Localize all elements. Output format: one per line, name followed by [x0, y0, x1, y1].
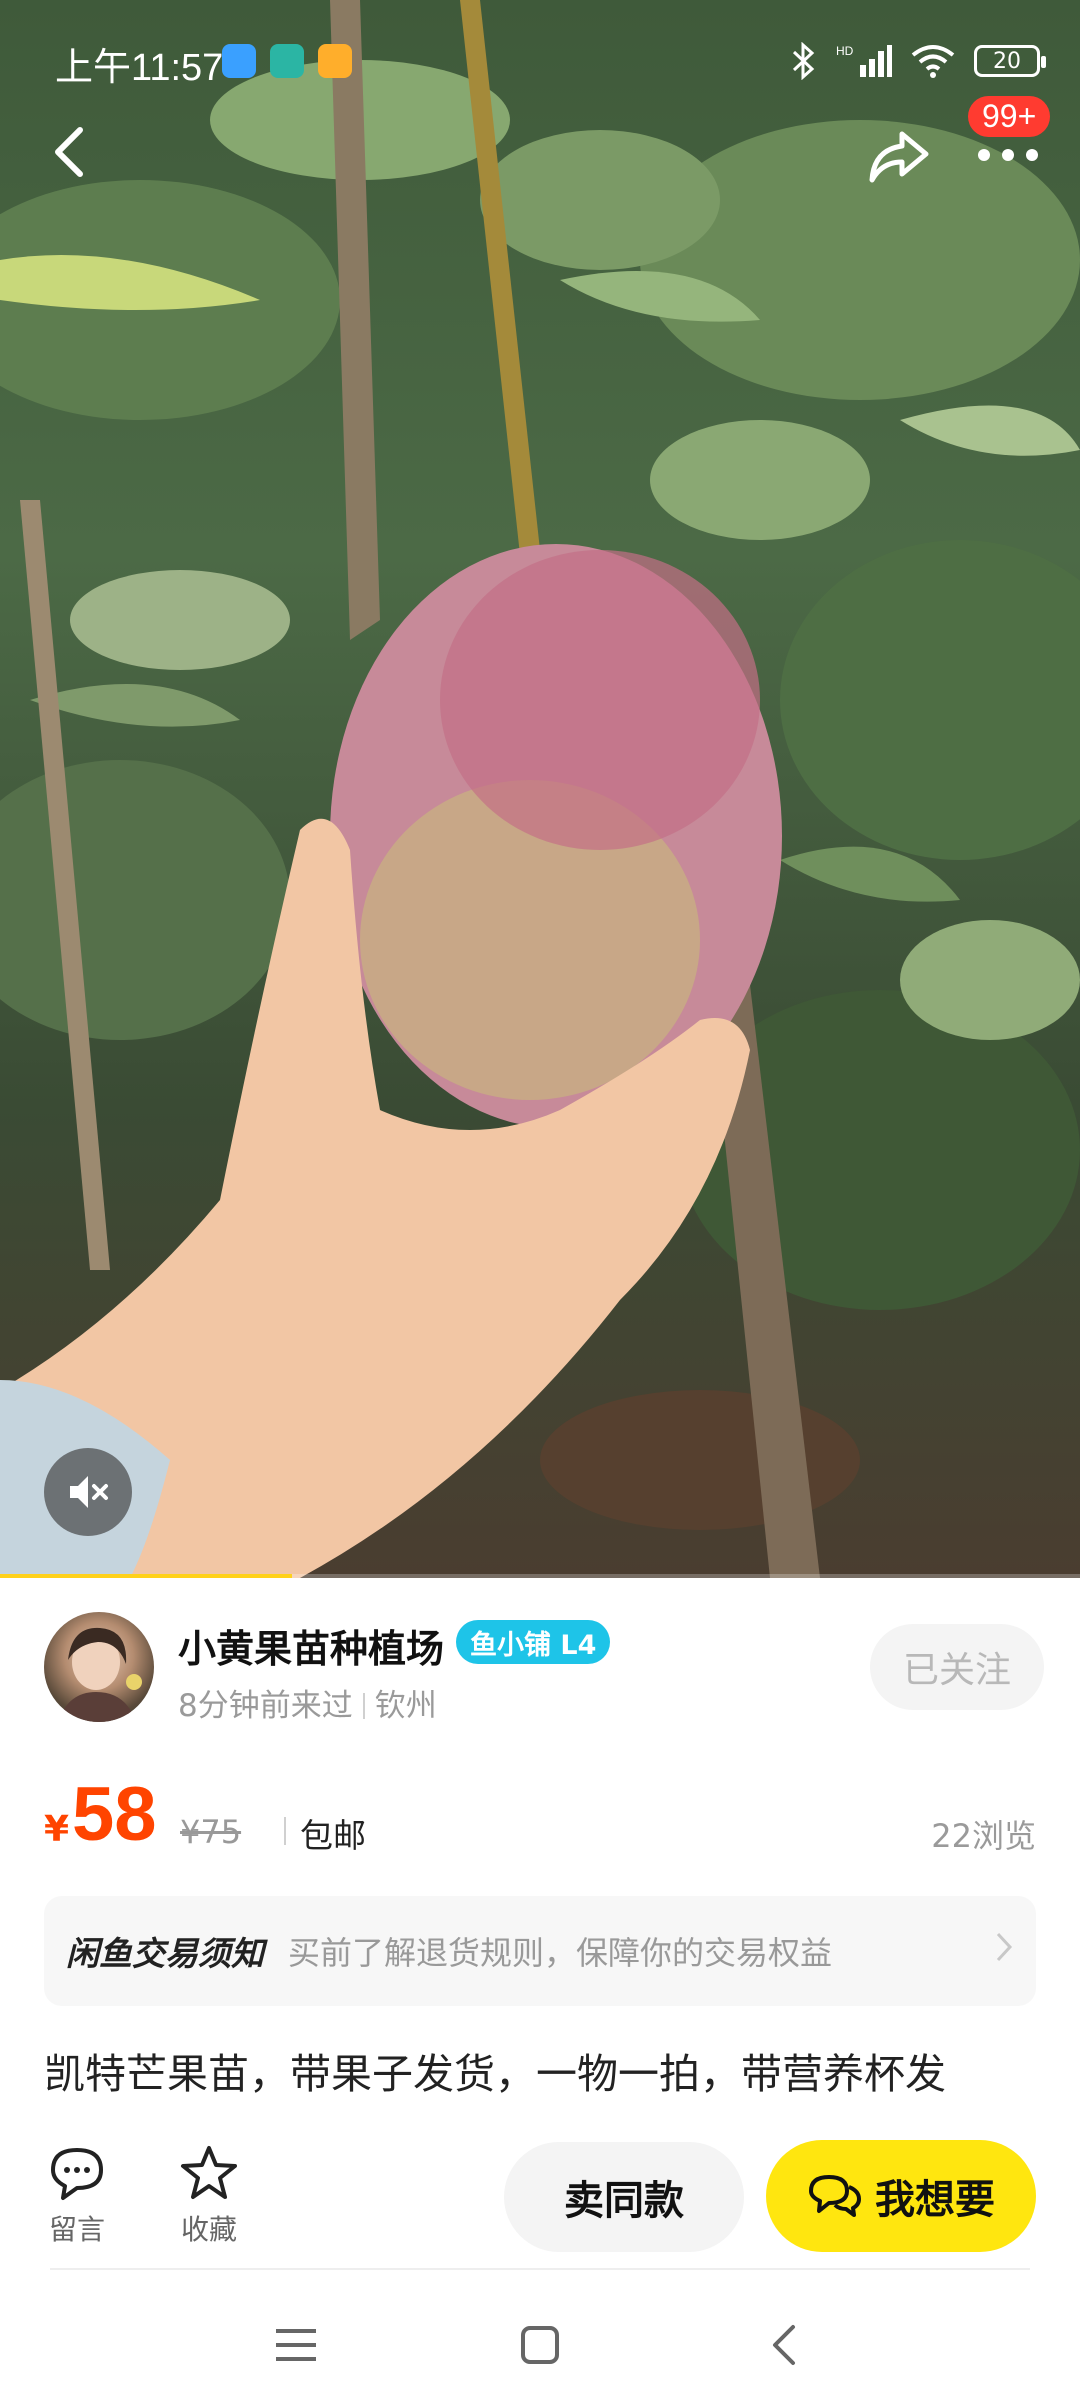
currency-symbol: ¥ [44, 1809, 70, 1850]
nav-back-button[interactable] [749, 2310, 819, 2380]
signal-icon: HD [836, 44, 892, 77]
shop-level-badge[interactable]: 鱼小铺 L4 [456, 1620, 611, 1664]
share-icon [869, 131, 929, 183]
app-notification-icon [270, 44, 304, 78]
menu-icon [276, 2329, 316, 2361]
mute-button[interactable] [44, 1448, 132, 1536]
status-bar: 上午11:57 HD 20 [0, 0, 1080, 120]
share-button[interactable] [866, 124, 930, 188]
original-price: ¥75 [180, 1813, 242, 1851]
action-divider [50, 2268, 1030, 2270]
favorite-label: 收藏 [180, 2213, 237, 2246]
video-progress-fill [0, 1574, 292, 1578]
bluetooth-icon [792, 42, 815, 80]
back-arrow-icon [773, 2325, 795, 2365]
chat-bubbles-icon [809, 2175, 861, 2217]
status-indicators: HD 20 [788, 42, 1046, 80]
home-square-icon [521, 2326, 559, 2364]
wifi-icon [911, 45, 955, 78]
nav-recents-button[interactable] [261, 2310, 331, 2380]
star-icon [181, 2146, 237, 2199]
want-button[interactable]: 我想要 [766, 2140, 1036, 2252]
notification-badge: 99+ [968, 96, 1051, 137]
want-label: 我想要 [875, 2177, 995, 2223]
trade-notice-banner[interactable]: 闲鱼交易须知 买前了解退货规则，保障你的交易权益 [44, 1896, 1036, 2006]
trade-notice-title: 闲鱼交易须知 [66, 1934, 264, 1973]
more-dots-icon [978, 149, 1038, 161]
price-row: ¥ 58 ¥75 包邮 22浏览 [44, 1772, 1036, 1857]
shipping-info: 包邮 [300, 1816, 366, 1855]
seller-avatar-image [58, 1627, 142, 1722]
shop-level-label: 鱼小铺 L4 [470, 1629, 597, 1661]
comment-label: 留言 [48, 2213, 105, 2246]
more-button[interactable] [970, 140, 1046, 170]
chevron-right-icon [994, 1930, 1014, 1973]
sell-same-button[interactable]: 卖同款 [504, 2142, 744, 2252]
app-notification-icon [318, 44, 352, 78]
chevron-left-icon [55, 127, 83, 177]
battery-icon: 20 [974, 45, 1046, 77]
back-button[interactable] [48, 124, 98, 184]
avatar[interactable] [44, 1612, 154, 1722]
follow-button[interactable]: 已关注 [870, 1624, 1044, 1710]
seller-name[interactable]: 小黄果苗种植场 [178, 1618, 444, 1673]
battery-level: 20 [993, 48, 1021, 74]
view-count: 22浏览 [931, 1817, 1036, 1855]
video-progress-bar[interactable] [0, 1574, 1080, 1578]
svg-text:HD: HD [836, 44, 854, 58]
nav-home-button[interactable] [505, 2310, 575, 2380]
product-media[interactable]: 上午11:57 HD 20 99+ [0, 0, 1080, 1578]
system-nav-bar [0, 2290, 1080, 2400]
favorite-button[interactable]: 收藏 [164, 2144, 254, 2248]
speaker-muted-icon [70, 1476, 108, 1508]
trade-notice-text: 买前了解退货规则，保障你的交易权益 [288, 1934, 833, 1972]
seller-location: 钦州 [374, 1688, 437, 1724]
seller-last-seen: 8分钟前来过 [178, 1688, 353, 1724]
bottom-action-bar: 留言 收藏 卖同款 我想要 [0, 2130, 1080, 2260]
seller-row: 小黄果苗种植场 鱼小铺 L4 8分钟前来过 钦州 已关注 [44, 1612, 1044, 1724]
product-description: 凯特芒果苗，带果子发货，一物一拍，带营养杯发 [44, 2050, 946, 2098]
meta-divider [362, 1693, 365, 1719]
comment-icon [51, 2148, 103, 2200]
status-time: 上午11:57 [55, 47, 224, 89]
seller-meta: 8分钟前来过 钦州 [178, 1680, 437, 1725]
status-app-icons [222, 44, 352, 78]
current-price: 58 [72, 1772, 157, 1857]
comment-button[interactable]: 留言 [32, 2144, 122, 2248]
product-photo [0, 0, 1080, 1578]
app-notification-icon [222, 44, 256, 78]
price-divider [284, 1817, 286, 1845]
